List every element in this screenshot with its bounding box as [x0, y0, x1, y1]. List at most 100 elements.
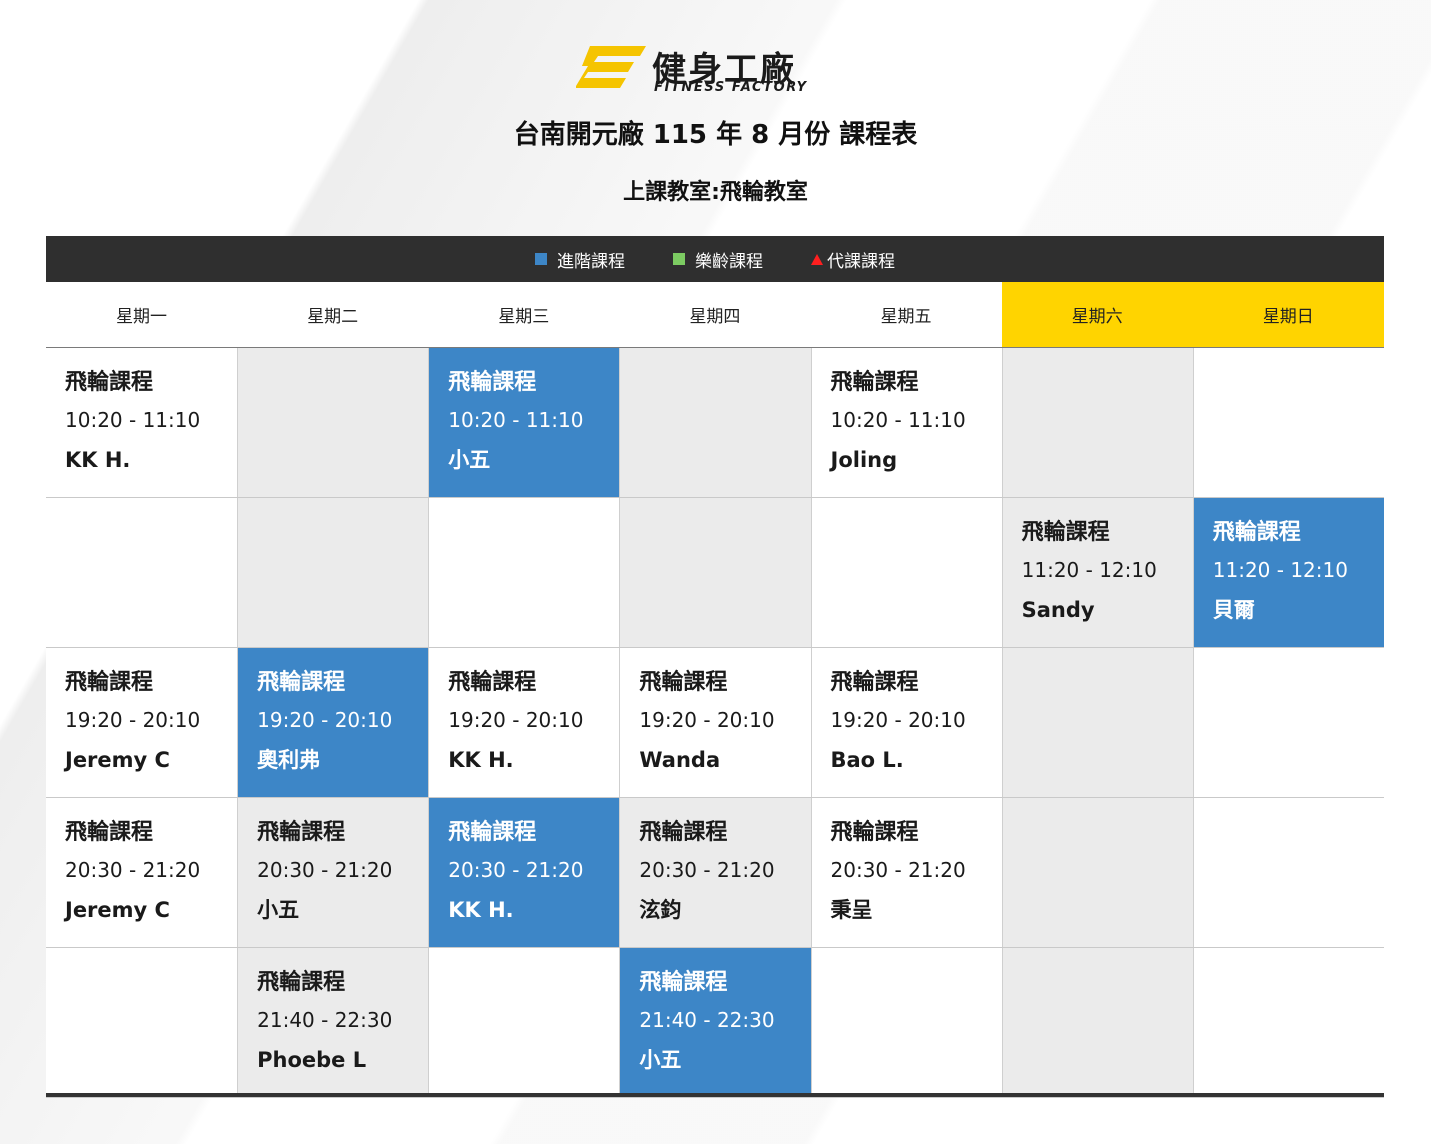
class-slot[interactable]: 飛輪課程 19:20 - 20:10 Bao L. — [810, 648, 1002, 797]
class-time: 21:40 - 22:30 — [639, 1008, 775, 1032]
class-name: 飛輪課程 — [257, 970, 346, 995]
brand-logo: 健身工廠 FITNESS FACTORY — [576, 44, 858, 96]
empty-slot — [1192, 348, 1384, 497]
class-name: 飛輪課程 — [65, 820, 154, 845]
class-slot[interactable]: 飛輪課程 20:30 - 21:20 泫鈞 — [619, 798, 811, 947]
page-subtitle: 上課教室:飛輪教室 — [623, 180, 808, 205]
schedule-grid: 飛輪課程 10:20 - 11:10 KK H. 飛輪課程 10:20 - 11:10 小… — [46, 348, 1384, 1098]
class-name: 飛輪課程 — [65, 370, 154, 395]
empty-slot — [1001, 348, 1193, 497]
class-time: 19:20 - 20:10 — [830, 708, 966, 732]
empty-slot — [237, 348, 429, 497]
class-slot[interactable]: 飛輪課程 19:20 - 20:10 Wanda — [619, 648, 811, 797]
class-name: 飛輪課程 — [1021, 520, 1110, 545]
day-header-row: 星期一 星期二 星期三 星期四 星期五 星期六 星期日 — [46, 282, 1384, 349]
class-instructor: Phoebe L — [257, 1048, 367, 1072]
table-bottom-border — [46, 1093, 1384, 1097]
class-instructor: 貝爾 — [1212, 598, 1255, 622]
class-time: 20:30 - 21:20 — [257, 858, 393, 882]
class-name: 飛輪課程 — [639, 670, 728, 695]
class-time: 10:20 - 11:10 — [448, 408, 584, 432]
class-slot[interactable]: 飛輪課程 19:20 - 20:10 奧利弗 — [237, 648, 429, 797]
legend-item-advanced: 進階課程 — [535, 247, 625, 272]
empty-slot — [46, 948, 238, 1097]
class-slot[interactable]: 飛輪課程 11:20 - 12:10 貝爾 — [1192, 498, 1384, 647]
class-instructor: 泫鈞 — [639, 898, 682, 922]
schedule-row: 飛輪課程 20:30 - 21:20 Jeremy C 飛輪課程 20:30 - 21:… — [46, 798, 1384, 948]
class-time: 11:20 - 12:10 — [1212, 558, 1348, 582]
class-name: 飛輪課程 — [1212, 520, 1301, 545]
class-instructor: KK H. — [65, 448, 131, 472]
class-instructor: 秉呈 — [830, 898, 873, 922]
class-time: 20:30 - 21:20 — [448, 858, 584, 882]
class-slot[interactable]: 飛輪課程 21:40 - 22:30 小五 — [619, 948, 811, 1097]
empty-slot — [46, 498, 238, 647]
day-header-tue: 星期二 — [237, 282, 429, 347]
class-time: 20:30 - 21:20 — [830, 858, 966, 882]
empty-slot — [1192, 648, 1384, 797]
class-time: 20:30 - 21:20 — [65, 858, 201, 882]
empty-slot — [428, 948, 620, 1097]
class-slot[interactable]: 飛輪課程 10:20 - 11:10 小五 — [428, 348, 620, 497]
day-header-wed: 星期三 — [428, 282, 620, 347]
class-instructor: Bao L. — [830, 748, 904, 772]
empty-slot — [1192, 948, 1384, 1097]
class-slot[interactable]: 飛輪課程 10:20 - 11:10 KK H. — [46, 348, 238, 497]
class-instructor: KK H. — [448, 748, 514, 772]
class-time: 10:20 - 11:10 — [65, 408, 201, 432]
empty-slot — [810, 498, 1002, 647]
legend-label: 樂齡課程 — [695, 251, 763, 272]
class-slot[interactable]: 飛輪課程 10:20 - 11:10 Joling — [810, 348, 1002, 497]
empty-slot — [619, 348, 811, 497]
empty-slot — [428, 498, 620, 647]
class-time: 21:40 - 22:30 — [257, 1008, 393, 1032]
day-header-sun: 星期日 — [1192, 282, 1384, 347]
red-triangle-icon — [811, 253, 823, 265]
class-instructor: 小五 — [448, 448, 491, 472]
class-slot[interactable]: 飛輪課程 19:20 - 20:10 KK H. — [428, 648, 620, 797]
class-slot[interactable]: 飛輪課程 21:40 - 22:30 Phoebe L — [237, 948, 429, 1097]
class-name: 飛輪課程 — [257, 820, 346, 845]
blue-square-icon — [535, 253, 547, 265]
class-instructor: Joling — [830, 448, 898, 472]
class-slot[interactable]: 飛輪課程 19:20 - 20:10 Jeremy C — [46, 648, 238, 797]
class-slot[interactable]: 飛輪課程 20:30 - 21:20 秉呈 — [810, 798, 1002, 947]
class-time: 11:20 - 12:10 — [1021, 558, 1157, 582]
schedule-row: 飛輪課程 19:20 - 20:10 Jeremy C 飛輪課程 19:20 - 20:… — [46, 648, 1384, 798]
logo-mark-icon — [576, 46, 646, 88]
class-name: 飛輪課程 — [830, 370, 919, 395]
class-name: 飛輪課程 — [639, 820, 728, 845]
class-time: 19:20 - 20:10 — [257, 708, 393, 732]
class-name: 飛輪課程 — [257, 670, 346, 695]
empty-slot — [1001, 648, 1193, 797]
legend-label: 代課課程 — [827, 251, 895, 272]
empty-slot — [810, 948, 1002, 1097]
legend-item-substitute: 代課課程 — [811, 247, 895, 272]
class-slot[interactable]: 飛輪課程 20:30 - 21:20 小五 — [237, 798, 429, 947]
class-name: 飛輪課程 — [830, 670, 919, 695]
class-time: 19:20 - 20:10 — [639, 708, 775, 732]
schedule-row: 飛輪課程 11:20 - 12:10 Sandy 飛輪課程 11:20 - 12:10 貝… — [46, 498, 1384, 648]
class-instructor: 小五 — [639, 1048, 682, 1072]
class-name: 飛輪課程 — [448, 370, 537, 395]
class-slot[interactable]: 飛輪課程 20:30 - 21:20 Jeremy C — [46, 798, 238, 947]
legend-item-senior: 樂齡課程 — [673, 247, 763, 272]
class-name: 飛輪課程 — [639, 970, 728, 995]
empty-slot — [1192, 798, 1384, 947]
class-instructor: Jeremy C — [65, 748, 170, 772]
class-name: 飛輪課程 — [448, 670, 537, 695]
class-name: 飛輪課程 — [65, 670, 154, 695]
empty-slot — [619, 498, 811, 647]
class-instructor: KK H. — [448, 898, 514, 922]
class-time: 19:20 - 20:10 — [65, 708, 201, 732]
page-title: 台南開元廠 115 年 8 月份 課程表 — [513, 120, 918, 150]
class-time: 20:30 - 21:20 — [639, 858, 775, 882]
legend-bar: 進階課程 樂齡課程 代課課程 — [46, 236, 1384, 282]
class-time: 10:20 - 11:10 — [830, 408, 966, 432]
schedule-row: 飛輪課程 21:40 - 22:30 Phoebe L 飛輪課程 21:40 - 22:… — [46, 948, 1384, 1098]
day-header-sat: 星期六 — [1001, 282, 1193, 347]
empty-slot — [1001, 948, 1193, 1097]
class-slot[interactable]: 飛輪課程 11:20 - 12:10 Sandy — [1001, 498, 1193, 647]
class-slot[interactable]: 飛輪課程 20:30 - 21:20 KK H. — [428, 798, 620, 947]
empty-slot — [237, 498, 429, 647]
